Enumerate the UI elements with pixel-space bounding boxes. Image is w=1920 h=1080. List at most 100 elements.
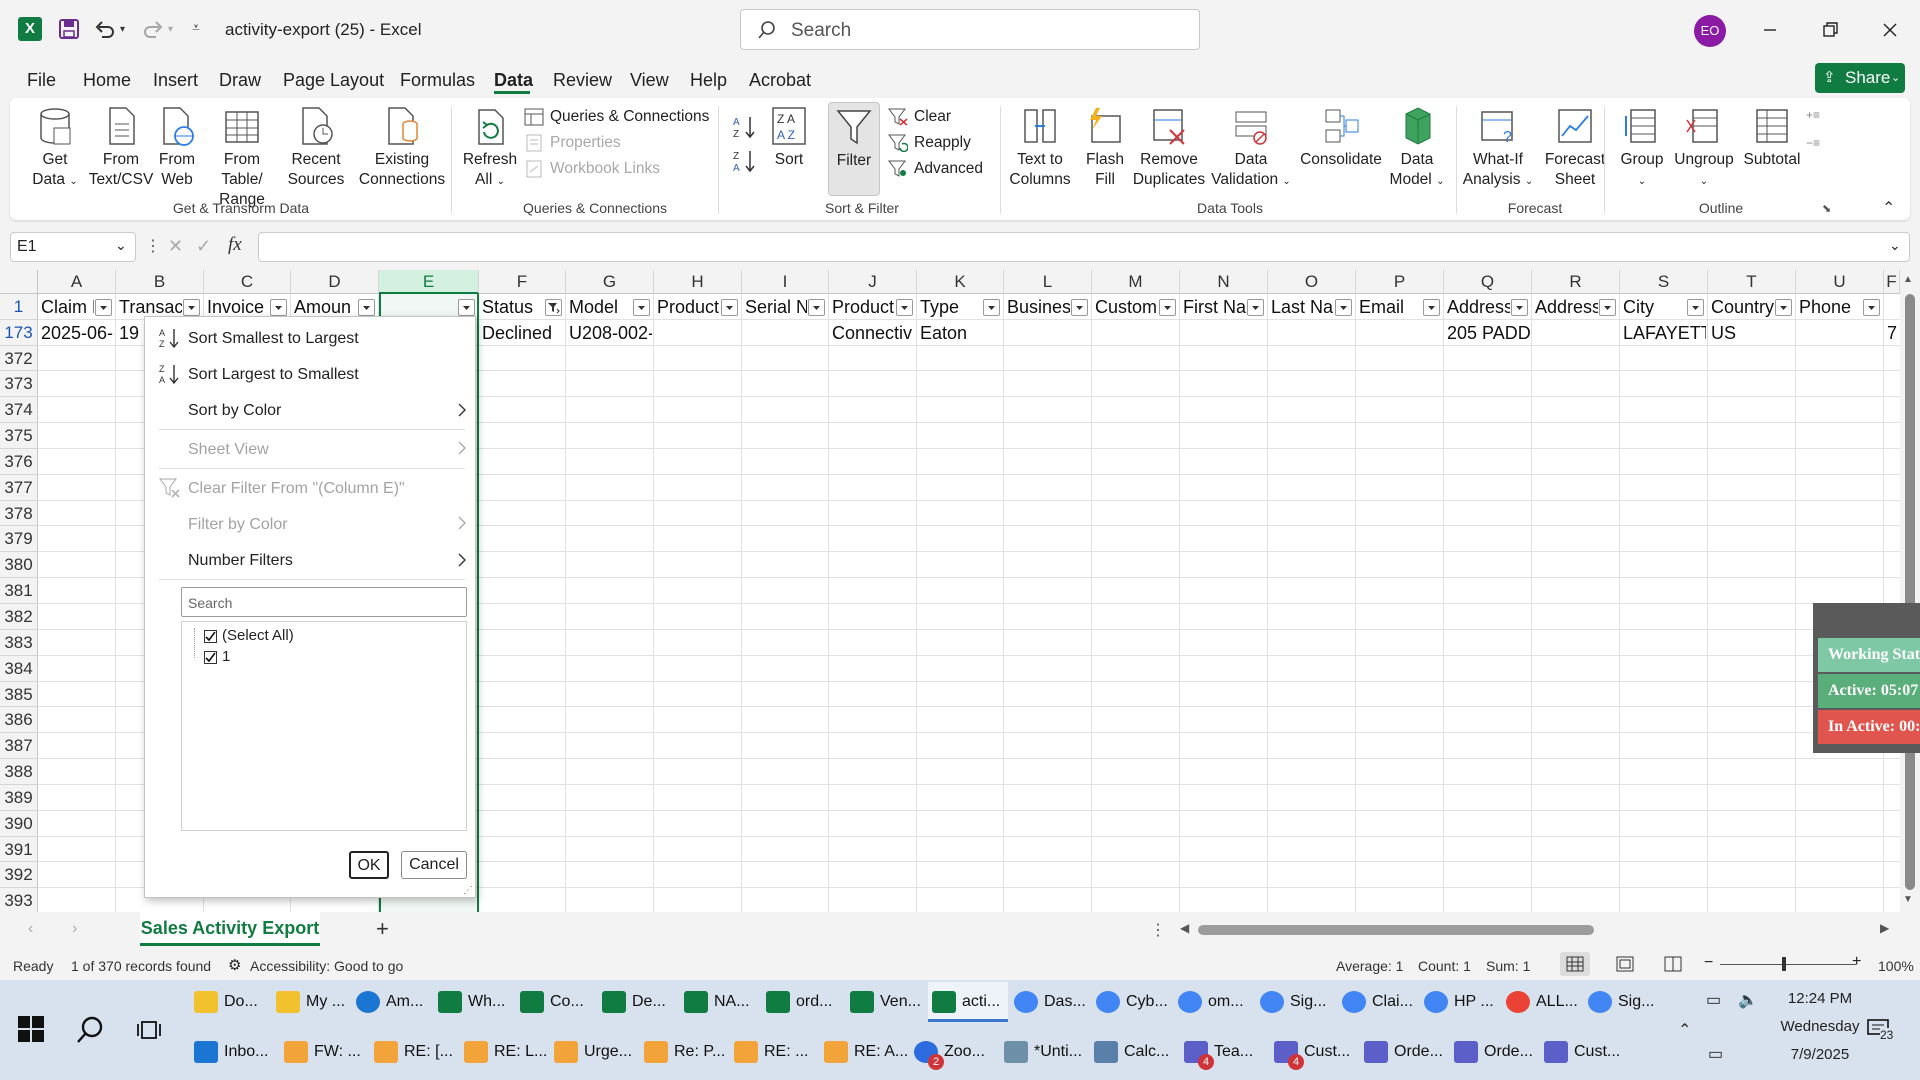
column-header-d[interactable]: D: [291, 270, 379, 294]
filter-dropdown-icon[interactable]: [358, 299, 375, 316]
remove-duplicates-button[interactable]: Remove Duplicates: [1128, 106, 1210, 190]
data-cell-j173[interactable]: Connectiv: [829, 320, 915, 346]
column-header-partial[interactable]: F: [1884, 270, 1900, 294]
tab-review[interactable]: Review: [553, 70, 612, 91]
filter-dropdown-icon[interactable]: [95, 299, 112, 316]
taskbar-app-16[interactable]: ALL...: [1502, 982, 1582, 1022]
taskbar-app-row2-15[interactable]: Cust...: [1540, 1032, 1628, 1072]
filter-dropdown-icon[interactable]: [721, 299, 738, 316]
vertical-scrollbar[interactable]: ▲ ▼: [1900, 270, 1920, 912]
tab-home[interactable]: Home: [83, 70, 131, 91]
header-cell-f[interactable]: Status: [479, 294, 544, 320]
cancel-button[interactable]: Cancel: [401, 851, 467, 879]
taskbar-app-row2-14[interactable]: Orde...: [1450, 1032, 1538, 1072]
column-header-o[interactable]: O: [1268, 270, 1356, 294]
header-cell-n[interactable]: First Na: [1180, 294, 1246, 320]
volume-icon[interactable]: 🔈: [1738, 990, 1758, 1010]
row-header-389[interactable]: 389: [0, 785, 38, 811]
taskbar-app-15[interactable]: HP ...: [1420, 982, 1500, 1022]
redo-dropdown-icon[interactable]: ▾: [168, 24, 173, 35]
row-header-381[interactable]: 381: [0, 578, 38, 604]
header-cell-l[interactable]: Busines: [1004, 294, 1070, 320]
taskbar-app-8[interactable]: Ven...: [846, 982, 926, 1022]
column-header-m[interactable]: M: [1092, 270, 1180, 294]
row-header-391[interactable]: 391: [0, 837, 38, 862]
task-view-icon[interactable]: [136, 1018, 162, 1042]
tab-data[interactable]: Data: [494, 70, 533, 91]
taskbar-app-row2-11[interactable]: 4 Tea...: [1180, 1032, 1268, 1072]
consolidate-button[interactable]: Consolidate: [1300, 106, 1382, 170]
column-header-p[interactable]: P: [1356, 270, 1444, 294]
column-header-a[interactable]: A: [38, 270, 116, 294]
taskbar-app-row2-10[interactable]: Calc...: [1090, 1032, 1178, 1072]
filter-dropdown-icon[interactable]: [1159, 299, 1176, 316]
header-cell-k[interactable]: Type: [917, 294, 982, 320]
taskbar-app-row2-1[interactable]: FW: ...: [280, 1032, 368, 1072]
vertical-scroll-thumb[interactable]: [1905, 294, 1915, 890]
group-button[interactable]: Group ⌄: [1616, 106, 1668, 192]
sort-smallest-to-largest-item[interactable]: Sort Smallest to Largest: [188, 330, 359, 348]
taskbar-app-10[interactable]: Das...: [1010, 982, 1090, 1022]
data-validation-button[interactable]: Data Validation ⌄: [1208, 106, 1294, 192]
row-header-393[interactable]: 393: [0, 888, 38, 912]
header-cell-i[interactable]: Serial N: [742, 294, 807, 320]
undo-icon[interactable]: [94, 18, 116, 40]
name-box-dropdown-icon[interactable]: ⌄: [115, 237, 127, 254]
column-header-k[interactable]: K: [917, 270, 1004, 294]
taskbar-app-row2-7[interactable]: RE: A...: [820, 1032, 908, 1072]
what-if-analysis-button[interactable]: ? What-If Analysis ⌄: [1460, 106, 1536, 192]
close-icon[interactable]: [1878, 18, 1902, 42]
column-header-u[interactable]: U: [1796, 270, 1884, 294]
confirm-entry-icon[interactable]: ✓: [196, 236, 211, 257]
accessibility-status[interactable]: Accessibility: Good to go: [250, 958, 403, 974]
filter-dropdown-icon[interactable]: [1423, 299, 1440, 316]
row-header-173[interactable]: 173: [0, 320, 38, 346]
taskbar-app-9[interactable]: acti...: [928, 982, 1008, 1022]
data-cell-g173[interactable]: U208-002-: [566, 320, 652, 346]
windows-start-icon[interactable]: [18, 1016, 44, 1042]
workbook-links-button[interactable]: Workbook Links: [524, 158, 660, 180]
row-header-378[interactable]: 378: [0, 501, 38, 526]
taskbar-app-12[interactable]: om...: [1174, 982, 1254, 1022]
tab-help[interactable]: Help: [690, 70, 727, 91]
formula-input[interactable]: ⌄: [258, 232, 1910, 262]
redo-icon[interactable]: [142, 18, 164, 40]
taskbar-app-2[interactable]: Am...: [352, 982, 432, 1022]
dialog-launcher-icon[interactable]: ⬊: [1822, 202, 1831, 215]
hide-detail-icon[interactable]: −≡: [1806, 136, 1826, 152]
row-header-375[interactable]: 375: [0, 423, 38, 449]
tab-insert[interactable]: Insert: [153, 70, 198, 91]
data-cell-q173[interactable]: 205 PADDI: [1444, 320, 1530, 346]
expand-formula-icon[interactable]: ⌄: [1889, 237, 1901, 254]
column-header-r[interactable]: R: [1532, 270, 1620, 294]
row-header-390[interactable]: 390: [0, 811, 38, 837]
taskbar-app-row2-3[interactable]: RE: L...: [460, 1032, 548, 1072]
filter-active-icon[interactable]: [545, 299, 562, 316]
taskbar-app-17[interactable]: Sig...: [1584, 982, 1664, 1022]
show-hidden-icons[interactable]: ⌃: [1678, 1020, 1691, 1040]
tab-acrobat[interactable]: Acrobat: [749, 70, 811, 91]
data-cell-a173[interactable]: 2025-06-1: [38, 320, 114, 346]
header-cell-q[interactable]: Address: [1444, 294, 1510, 320]
header-cell-o[interactable]: Last Na: [1268, 294, 1334, 320]
filter-dropdown-icon[interactable]: [458, 299, 475, 316]
filter-dropdown-icon[interactable]: [1775, 299, 1792, 316]
filter-dropdown-icon[interactable]: [633, 299, 650, 316]
column-header-f[interactable]: F: [479, 270, 566, 294]
row-header-388[interactable]: 388: [0, 759, 38, 785]
taskbar-app-row2-4[interactable]: Urge...: [550, 1032, 638, 1072]
tab-formulas[interactable]: Formulas: [400, 70, 475, 91]
row-header-386[interactable]: 386: [0, 707, 38, 733]
next-sheet-icon[interactable]: ›: [72, 920, 77, 938]
text-to-columns-button[interactable]: Text to Columns: [1008, 106, 1072, 190]
taskbar-app-row2-8[interactable]: 2 Zoo...: [910, 1032, 998, 1072]
taskbar-app-row2-2[interactable]: RE: [...: [370, 1032, 458, 1072]
row-header-384[interactable]: 384: [0, 656, 38, 682]
filter-dropdown-icon[interactable]: [896, 299, 913, 316]
tab-draw[interactable]: Draw: [219, 70, 261, 91]
time-tracker-widget[interactable]: Working Stat Active: 05:07 In Active: 00…: [1813, 603, 1920, 753]
zoom-slider-thumb[interactable]: [1782, 957, 1786, 971]
data-model-button[interactable]: Data Model ⌄: [1386, 106, 1448, 192]
more-options-icon[interactable]: ⋮: [145, 236, 161, 256]
taskbar-app-1[interactable]: My ...: [272, 982, 352, 1022]
